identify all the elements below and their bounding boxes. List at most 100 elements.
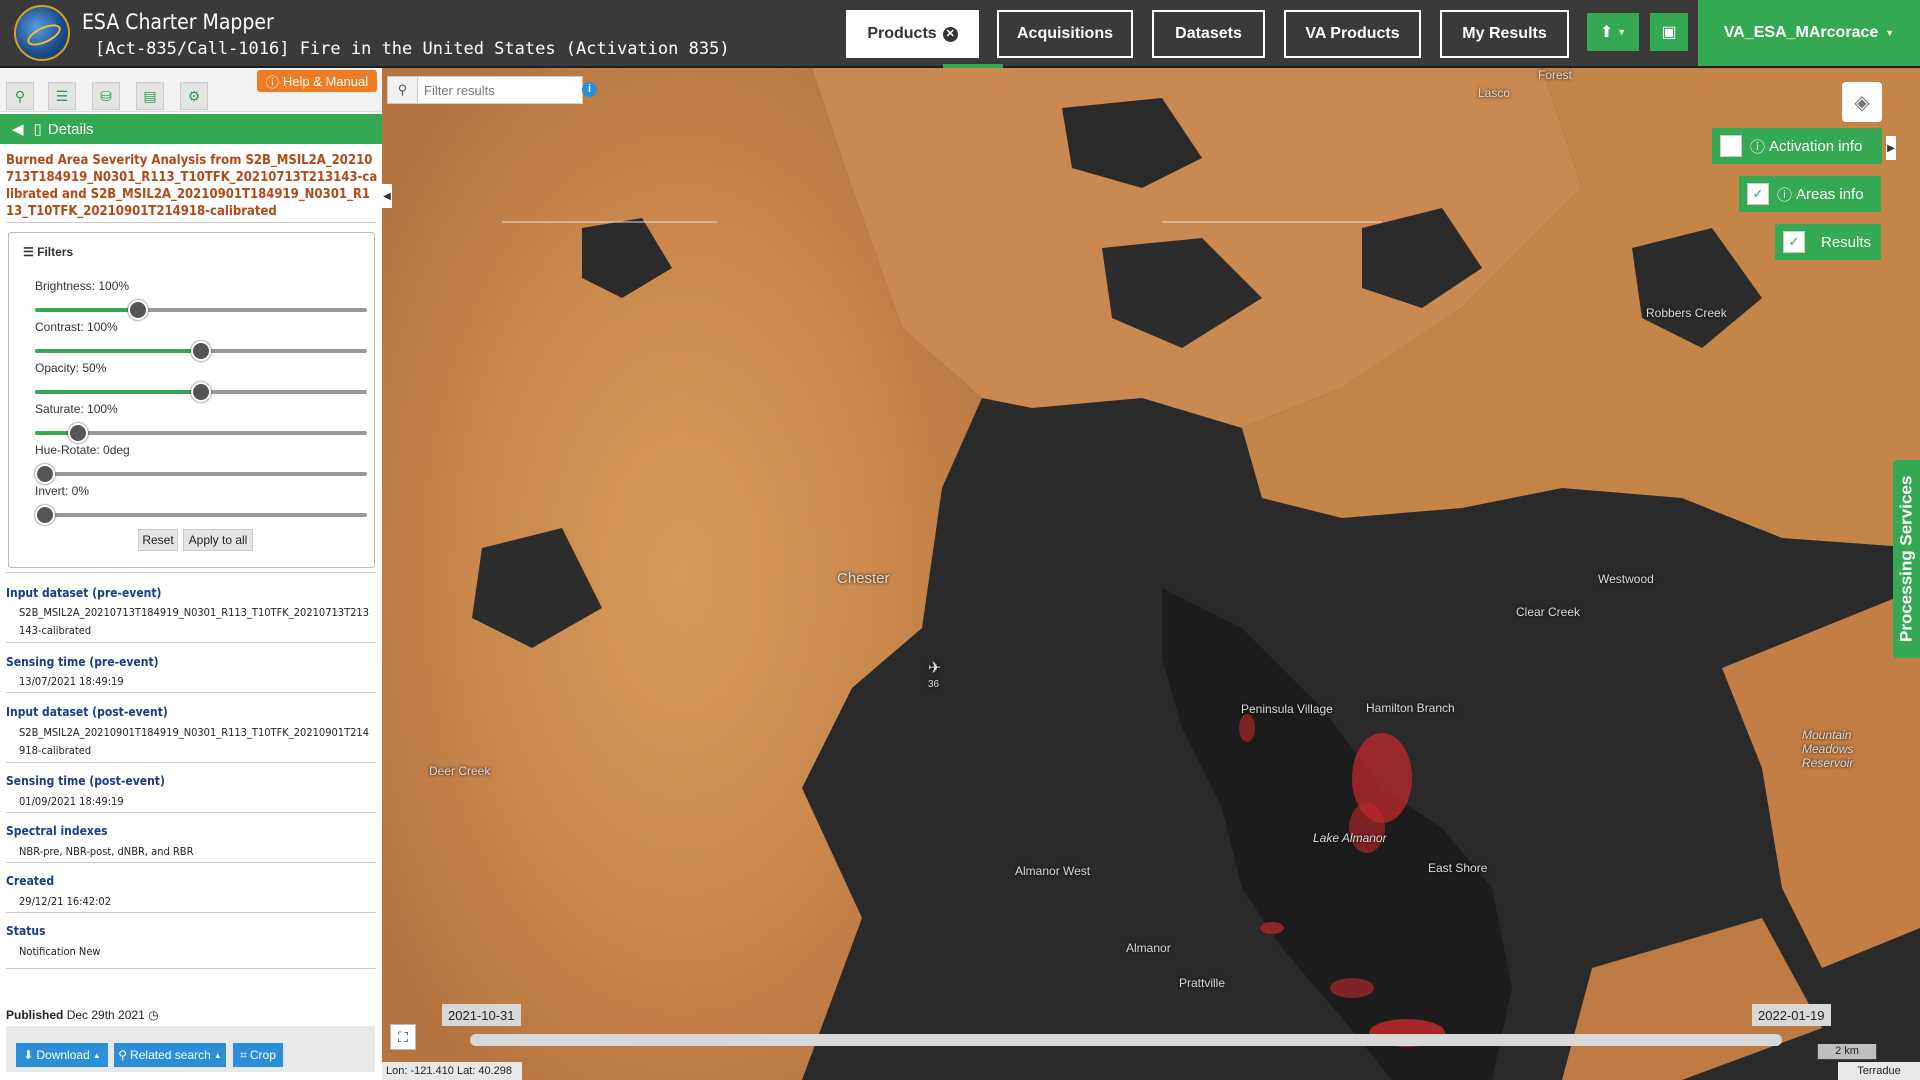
brightness-slider[interactable] — [35, 300, 367, 320]
place-label: Lasco — [1478, 86, 1511, 100]
layers-button[interactable]: ◈ — [1842, 82, 1882, 122]
slider-handle[interactable] — [191, 341, 211, 361]
detail-value: NBR-pre, NBR-post, dNBR, and RBR — [19, 845, 194, 858]
upload-menu-button[interactable]: ⬆ ▼ — [1587, 13, 1639, 51]
apply-to-all-button[interactable]: Apply to all — [183, 529, 253, 551]
saturate-label: Saturate: 100% — [35, 402, 118, 416]
caret-down-icon: ▼ — [1885, 28, 1895, 38]
info-icon: ⓘ — [1750, 138, 1766, 156]
slider-handle[interactable] — [127, 300, 148, 320]
slider-handle[interactable] — [191, 382, 211, 402]
divider — [6, 912, 376, 913]
basket-icon: ⛁ — [100, 87, 112, 104]
results-checkbox[interactable]: ✓ — [1783, 231, 1805, 253]
cursor-coordinates: Lon: -121.410 Lat: 40.298 — [382, 1062, 522, 1080]
search-icon: ⚲ — [388, 77, 418, 103]
nav-va-products[interactable]: VA Products — [1284, 10, 1421, 58]
document-icon: ▯ — [33, 121, 42, 138]
areas-info-checkbox[interactable]: ✓ — [1747, 183, 1769, 205]
place-label: Almanor — [1126, 941, 1171, 955]
place-label: Hamilton Branch — [1366, 701, 1455, 715]
slider-handle[interactable] — [35, 505, 55, 525]
saturate-slider[interactable] — [35, 423, 367, 443]
detail-value: S2B_MSIL2A_20210901T184919_N0301_R113_T1… — [19, 726, 370, 757]
slider-fill — [35, 349, 201, 353]
chevron-left-icon[interactable]: ◀ — [12, 120, 24, 138]
activation-info-checkbox[interactable] — [1720, 135, 1742, 157]
nav-datasets[interactable]: Datasets — [1152, 10, 1265, 58]
list-icon: ☰ — [55, 87, 69, 104]
nav-products[interactable]: Products ✕ — [846, 10, 1003, 68]
hue-rotate-slider[interactable] — [35, 464, 367, 484]
details-header[interactable]: ◀ ▯ Details — [0, 114, 382, 144]
left-panel: ⚲ ☰ ⛁ ▤ ⚙ ⓘ Help & Manual ◀ ▯ Details Bu… — [0, 68, 382, 1080]
caret-down-icon: ▼ — [1617, 27, 1627, 37]
list-tool-button[interactable]: ☰ — [48, 82, 76, 110]
airport-icon: ✈ — [928, 660, 942, 677]
timeline-slider[interactable] — [470, 1034, 1782, 1046]
fullscreen-button[interactable]: ⛶ — [390, 1024, 416, 1050]
opacity-label: Opacity: 50% — [35, 361, 107, 375]
divider — [6, 222, 376, 223]
invert-slider[interactable] — [35, 505, 367, 525]
briefcase-button[interactable]: ▣ — [1650, 13, 1688, 51]
download-button[interactable]: ⬇ Download ▲ — [16, 1043, 108, 1067]
filter-results-input[interactable] — [418, 77, 568, 103]
filter-results-box: ⚲ — [387, 76, 583, 104]
brightness-label: Brightness: 100% — [35, 279, 130, 293]
app-header: ESA Charter Mapper [Act-835/Call-1016] F… — [0, 0, 1920, 68]
processing-services-tab[interactable]: Processing Services — [1893, 460, 1920, 658]
search-tool-button[interactable]: ⚲ — [6, 82, 34, 110]
action-bar: ⬇ Download ▲ ⚲ Related search ▲ ⌗ Crop — [6, 1026, 375, 1072]
nav-my-results[interactable]: My Results — [1440, 10, 1569, 58]
nav-acquisitions[interactable]: Acquisitions — [997, 10, 1133, 58]
esa-logo-icon — [14, 5, 70, 61]
archive-tool-button[interactable]: ▤ — [136, 82, 164, 110]
upload-icon: ⬆ — [1599, 24, 1614, 41]
contrast-slider[interactable] — [35, 341, 367, 361]
filters-title: ☰ Filters — [23, 245, 73, 259]
slider-fill — [35, 308, 138, 312]
place-label: Chester — [837, 570, 890, 587]
contrast-label: Contrast: 100% — [35, 320, 118, 334]
briefcase-icon: ▣ — [1661, 24, 1677, 41]
slider-handle[interactable] — [68, 423, 89, 443]
related-search-button[interactable]: ⚲ Related search ▲ — [114, 1043, 226, 1067]
archive-icon: ▤ — [143, 87, 157, 104]
slider-fill — [35, 390, 201, 394]
results-toggle[interactable]: ✓ Results — [1775, 224, 1881, 260]
land-area — [1722, 588, 1920, 968]
nav-products-label: Products — [867, 25, 937, 42]
slider-handle[interactable] — [35, 464, 55, 484]
app-title: ESA Charter Mapper — [82, 10, 274, 34]
divider — [6, 572, 376, 573]
detail-label: Sensing time (pre-event) — [6, 655, 159, 669]
map-view[interactable]: Forest Lasco Robbers Creek Chester Westw… — [382, 68, 1920, 1080]
activation-info-toggle[interactable]: ⓘ Activation info — [1712, 128, 1882, 164]
details-label: Details — [47, 120, 94, 138]
basket-tool-button[interactable]: ⛁ — [92, 82, 120, 110]
divider — [6, 812, 376, 813]
close-icon[interactable]: ✕ — [942, 26, 958, 42]
reset-button[interactable]: Reset — [138, 529, 178, 551]
toggles-collapse[interactable]: ▶ — [1886, 136, 1896, 160]
fullscreen-icon: ⛶ — [398, 1028, 408, 1045]
help-manual-button[interactable]: ⓘ Help & Manual — [257, 70, 377, 92]
crop-icon: ⌗ — [240, 1047, 247, 1062]
layers-icon: ◈ — [1854, 91, 1870, 114]
divider — [6, 762, 376, 763]
caret-up-icon: ▲ — [213, 1050, 222, 1060]
place-label: Robbers Creek — [1646, 306, 1727, 320]
published-label: Published — [6, 1008, 64, 1022]
settings-tool-button[interactable]: ⚙ — [180, 82, 208, 110]
user-menu[interactable]: VA_ESA_MArcorace ▼ — [1698, 0, 1920, 66]
results-label: Results — [1821, 233, 1872, 251]
crop-button[interactable]: ⌗ Crop — [233, 1043, 283, 1067]
panel-collapse-toggle[interactable]: ◀ — [382, 184, 392, 208]
clock-icon: ◷ — [148, 1008, 159, 1022]
opacity-slider[interactable] — [35, 382, 367, 402]
map-attribution[interactable]: Terradue — [1838, 1062, 1920, 1080]
areas-info-toggle[interactable]: ✓ ⓘ Areas info — [1739, 176, 1881, 212]
place-label: Prattville — [1179, 976, 1226, 990]
info-icon[interactable]: i — [582, 82, 597, 97]
